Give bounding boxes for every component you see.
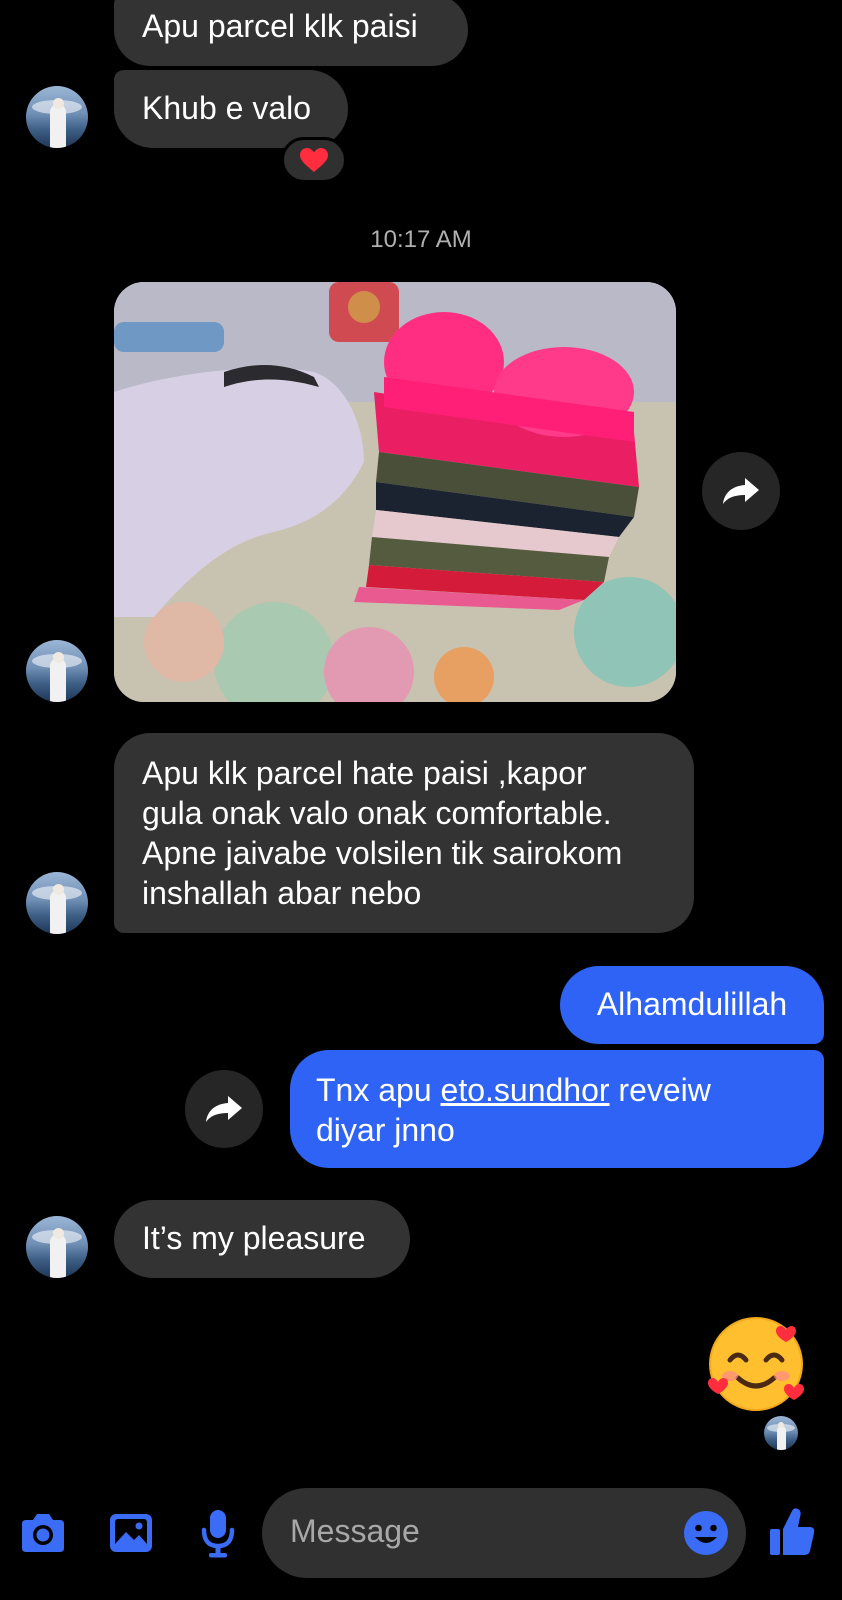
smiling-face-with-hearts-icon xyxy=(708,1317,804,1411)
forward-icon xyxy=(723,478,759,504)
message-line: diyar jnno xyxy=(316,1112,455,1148)
message-reaction[interactable] xyxy=(281,137,347,183)
forward-icon xyxy=(206,1096,242,1122)
photo-content xyxy=(114,282,676,702)
message-text: reveiw xyxy=(609,1072,711,1108)
microphone-icon xyxy=(201,1510,235,1558)
emoji-icon xyxy=(684,1511,728,1555)
message-text: It’s my pleasure xyxy=(142,1220,366,1256)
message-timestamp: 10:17 AM xyxy=(370,226,472,253)
forward-button[interactable] xyxy=(702,452,780,530)
incoming-message[interactable]: Apu parcel klk paisi xyxy=(114,0,468,66)
message-input[interactable]: Message xyxy=(262,1488,746,1578)
outgoing-message[interactable]: Alhamdulillah xyxy=(560,966,824,1044)
message-line: gula onak valo onak comfortable. xyxy=(142,795,612,831)
message-composer: Message xyxy=(0,1484,842,1584)
photo-attachment[interactable] xyxy=(114,282,676,702)
forward-button[interactable] xyxy=(185,1070,263,1148)
voice-button[interactable] xyxy=(194,1504,242,1562)
message-line: Apu klk parcel hate paisi ,kapor xyxy=(142,755,587,791)
message-line: inshallah abar nebo xyxy=(142,875,422,911)
image-icon xyxy=(110,1514,152,1552)
message-input-placeholder: Message xyxy=(290,1513,420,1549)
incoming-message[interactable]: Apu klk parcel hate paisi ,kapor gula on… xyxy=(114,733,694,933)
camera-button[interactable] xyxy=(16,1506,70,1560)
message-link[interactable]: eto.sundhor xyxy=(441,1072,610,1108)
message-text: Khub e valo xyxy=(142,90,312,126)
emoji-button[interactable] xyxy=(682,1509,730,1557)
heart-icon xyxy=(300,148,328,172)
gallery-button[interactable] xyxy=(104,1506,158,1560)
message-line: Apne jaivabe volsilen tik sairokom xyxy=(142,835,623,871)
message-text: Tnx apu xyxy=(316,1072,441,1108)
seen-avatar xyxy=(764,1416,798,1450)
contact-avatar[interactable] xyxy=(26,1216,88,1278)
contact-avatar[interactable] xyxy=(26,872,88,934)
like-button[interactable] xyxy=(764,1502,820,1562)
emoji-sticker-message[interactable] xyxy=(706,1308,812,1414)
contact-avatar[interactable] xyxy=(26,86,88,148)
incoming-message[interactable]: It’s my pleasure xyxy=(114,1200,410,1278)
message-text: Alhamdulillah xyxy=(596,986,788,1022)
message-line: Tnx apu eto.sundhor reveiw xyxy=(316,1070,798,1110)
outgoing-message[interactable]: Tnx apu eto.sundhor reveiw diyar jnno xyxy=(290,1050,824,1168)
camera-icon xyxy=(22,1514,64,1552)
contact-avatar[interactable] xyxy=(26,640,88,702)
thumbs-up-icon xyxy=(770,1508,815,1555)
chat-screen: Apu parcel klk paisi Khub e valo 10:17 A… xyxy=(0,0,842,1600)
message-text: Apu parcel klk paisi xyxy=(142,8,418,44)
